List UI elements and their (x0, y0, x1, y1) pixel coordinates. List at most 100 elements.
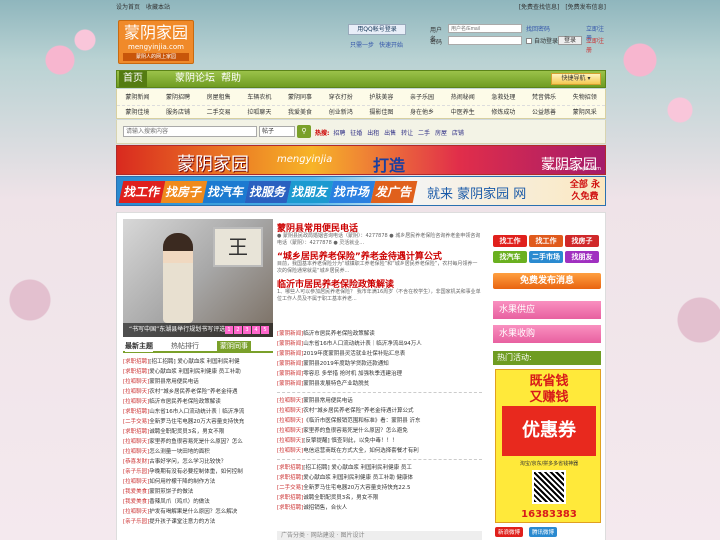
free-publish-button[interactable]: 免费发布消息 (493, 273, 601, 289)
username-input[interactable] (448, 24, 522, 33)
tab-latest[interactable]: 最新主题 (125, 341, 153, 352)
category-item[interactable]: 亲子乐园 (402, 91, 443, 105)
nav-home[interactable]: 首页 (119, 71, 147, 87)
hot-word[interactable]: 转让 (401, 130, 413, 137)
headline-title[interactable]: 蒙阴县常用便民电话 (277, 221, 482, 234)
slideshow[interactable]: 王 “书写中国”东湖县举行规划书写评选 1 2 3 4 5 (123, 219, 273, 337)
category-item[interactable]: 护肤美容 (361, 91, 402, 105)
post-info-link[interactable]: [免费发布信息] (565, 4, 606, 11)
list-item[interactable]: [亲子乐园]提升孩子课堂注意力的方法 (123, 517, 273, 527)
coupon-ad[interactable]: 既省钱 又赚钱 优惠券 淘宝/京东/拼多多省钱神器 16383383 (495, 369, 601, 523)
hot-word[interactable]: 出售 (384, 130, 396, 137)
list-item[interactable]: [拉呱聊天]蒙阴县常用便民电话 (277, 396, 482, 406)
tab-colleagues[interactable]: 蒙阴同事 (217, 341, 251, 352)
search-input[interactable] (123, 126, 257, 137)
login-button[interactable]: 登录 (558, 36, 582, 45)
list-item[interactable]: [求职招聘]诚招销售，合伙人 (277, 503, 482, 513)
category-item[interactable]: 公益慈善 (524, 106, 565, 119)
headline-title-2[interactable]: “城乡居民养老保险”养老金待遇计算公式 (277, 249, 482, 262)
bookmark-link[interactable]: 收藏本站 (146, 4, 170, 11)
search-type-select[interactable]: 帖子 (259, 126, 295, 137)
category-item[interactable]: 服务店铺 (158, 106, 199, 119)
hot-word[interactable]: 二手 (418, 130, 430, 137)
list-item[interactable]: [求职招聘]爱心献血浆 利国利民利健康 员工补助 (123, 367, 273, 377)
category-item[interactable]: 摄影佳图 (361, 106, 402, 119)
hot-word[interactable]: 出租 (367, 130, 379, 137)
list-item[interactable]: [蒙阴新闻]零容忍 多举措 抢时机 加强秋季违建治理 (277, 369, 482, 379)
headline-title-3[interactable]: 临沂市居民养老保险政策解读 (277, 277, 482, 290)
quick-nav-dropdown[interactable]: 快捷导航 ▾ (551, 73, 601, 85)
category-item[interactable]: 创业新鸿 (320, 106, 361, 119)
slide-dot[interactable]: 5 (261, 326, 269, 334)
tile-find-house[interactable]: 找房子 (565, 235, 599, 247)
list-item[interactable]: [拉呱聊天]农村“城乡居民养老保险”养老金待遇 (123, 387, 273, 397)
list-item[interactable]: [求职招聘][招工招聘] 爱心献血浆 利国利民利健康 员工 (277, 463, 482, 473)
list-item[interactable]: [蒙阴新闻]2019年度蒙阴县灵活就业社保补贴汇总表 (277, 349, 482, 359)
category-item[interactable]: 蒙阴风采 (564, 106, 605, 119)
hot-word[interactable]: 招聘 (333, 130, 345, 137)
hot-word[interactable]: 房屋 (435, 130, 447, 137)
nav-help[interactable]: 帮助 (221, 71, 241, 87)
category-item[interactable]: 蒙阴佳境 (117, 106, 158, 119)
category-item[interactable]: 车辆农机 (239, 91, 280, 105)
category-item[interactable]: 我爱美食 (280, 106, 321, 119)
list-item[interactable]: [拉呱聊天]临沂市居民养老保险政策解读 (123, 397, 273, 407)
fruit-purchase-banner[interactable]: 水果收购 (493, 325, 601, 343)
list-item[interactable]: [蒙阴新闻]山东省16市人口流动统计表｜临沂净流出94万人 (277, 339, 482, 349)
list-item[interactable]: [求职招聘][招工招聘] 爱心献血浆 利国利民利健 (123, 357, 273, 367)
autologin-checkbox[interactable]: 自动登录 (526, 36, 558, 45)
list-item[interactable]: [蒙阴新闻]蒙阴县发展特色产业助脱贫 (277, 379, 482, 389)
quick-start-link[interactable]: 快速开始 (379, 42, 403, 49)
category-item[interactable]: 二手交易 (198, 106, 239, 119)
tile-find-car[interactable]: 找汽车 (493, 251, 527, 263)
list-item[interactable]: [我爱美食]香辣凤爪（鸡爪）的做法 (123, 497, 273, 507)
slide-dot[interactable]: 2 (234, 326, 242, 334)
list-item[interactable]: [我爱美食]蒙阴煎饼子的做法 (123, 487, 273, 497)
password-input[interactable] (448, 36, 522, 45)
find-info-link[interactable]: [免费查找信息] (519, 4, 560, 11)
fruit-supply-banner[interactable]: 水果供应 (493, 301, 601, 319)
category-item[interactable]: 蒙阴招聘 (158, 91, 199, 105)
category-item[interactable]: 房屋租售 (198, 91, 239, 105)
list-item[interactable]: [拉呱聊天]农村“城乡居民养老保险”养老金待遇计算公式 (277, 406, 482, 416)
set-homepage-link[interactable]: 设为首页 (116, 4, 140, 11)
hot-word[interactable]: 征婚 (350, 130, 362, 137)
category-item[interactable]: 失物招领 (564, 91, 605, 105)
list-item[interactable]: [二手交易]全新罗马住宅电器20万大容量支持快充22.5 (277, 483, 482, 493)
list-item[interactable]: [求职招聘]山东省16市入口流动统计表｜临沂净流 (123, 407, 273, 417)
list-item[interactable]: [拉呱聊天]怎么测量一块田地的面积 (123, 447, 273, 457)
nav-forum[interactable]: 蒙阴论坛 (175, 71, 215, 87)
list-item[interactable]: [拉呱聊天][反擎提醒] 慎查到此，以免中毒！！！ (277, 436, 482, 446)
category-item[interactable]: 中医养生 (442, 106, 483, 119)
tencent-share-button[interactable]: 腾讯微博 (529, 527, 558, 537)
site-logo[interactable]: 蒙阴家园 mengyinjia.com 蒙阴人的网上家园 (118, 20, 194, 64)
list-item[interactable]: [二手交易]全新罗马住宅电器20万大容量支持快充 (123, 417, 273, 427)
list-item[interactable]: [亲子乐园]孕晚期有没有必要控制体重，如何控制 (123, 467, 273, 477)
tile-find-job[interactable]: 找工作 (493, 235, 527, 247)
promo-banner-1[interactable]: 蒙阴家园 mengyinjia 打造 蒙阴家园 www.mengyinjia.c… (116, 145, 606, 175)
list-item[interactable]: [蒙阴新闻]蒙阴县2019年度助学贷款还款通知 (277, 359, 482, 369)
promo-banner-2[interactable]: 找工作 找房子 找汽车 找服务 找朋友 找市场 发广告 就来 蒙阴家园 网 全部… (116, 176, 606, 206)
tile-find-job-2[interactable]: 找工作 (529, 235, 563, 247)
list-item[interactable]: [求职招聘]诚聘全职配货员3名，男女不限 (277, 493, 482, 503)
category-item[interactable]: 穿衣打扮 (320, 91, 361, 105)
category-item[interactable]: 蒙阴新闻 (117, 91, 158, 105)
category-item[interactable]: 修炼成功 (483, 106, 524, 119)
category-item[interactable]: 梵音佛乐 (524, 91, 565, 105)
category-item[interactable]: 拉呱聊天 (239, 106, 280, 119)
list-item[interactable]: [拉呱聊天]《临沂市医保报销范围和标准》看：蒙阴县 沂东 (277, 416, 482, 426)
bottom-service-strip[interactable]: 广告分类 · 网站建设 · 图片设计 (277, 531, 482, 540)
category-item[interactable]: 急救处理 (483, 91, 524, 105)
slide-dot[interactable]: 4 (252, 326, 260, 334)
list-item[interactable]: [拉呱聊天]如何用柠檬干降的制作方法 (123, 477, 273, 487)
list-item[interactable]: [拉呱聊天]电信运营商既在方式大全，如何选择套餐才有利 (277, 446, 482, 456)
category-item[interactable]: 身在他乡 (402, 106, 443, 119)
list-item[interactable]: [拉呱聊天]护发有喝解果是什么原因？怎么解决 (123, 507, 273, 517)
one-step-link[interactable]: 只需一步 (350, 42, 374, 49)
list-item[interactable]: [蒙阴新闻]临沂市居民养老保险政策解读 (277, 329, 482, 339)
tab-hot[interactable]: 热帖排行 (171, 341, 199, 352)
qq-login-button[interactable]: 用QQ帐号登录 (348, 24, 406, 35)
list-item[interactable]: [恭喜发财]古事好学问，怎么学习比较快？ (123, 457, 273, 467)
signup-link[interactable]: 立即注册 (586, 36, 608, 54)
weibo-share-button[interactable]: 新浪微博 (495, 527, 524, 537)
